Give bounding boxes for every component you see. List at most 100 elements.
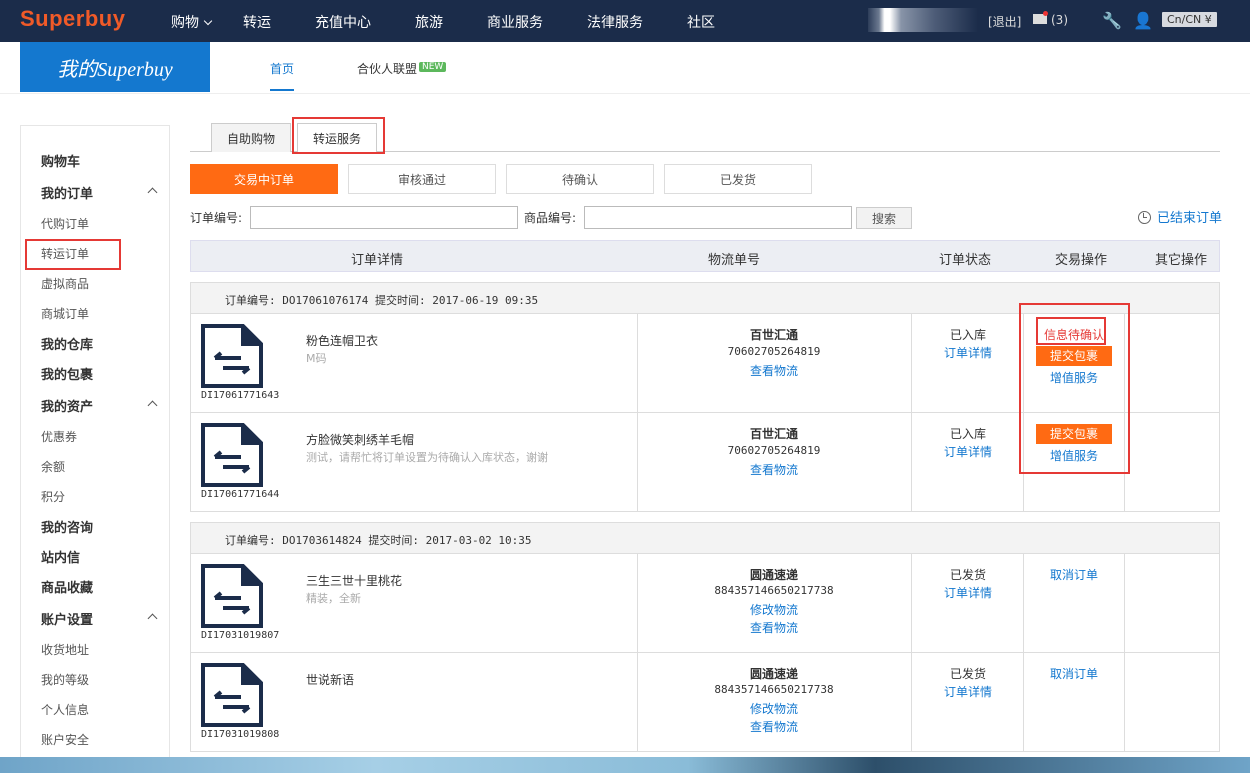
carrier-name: 圆通速递 bbox=[749, 568, 798, 582]
view-logistics-link[interactable]: 查看物流 bbox=[638, 619, 910, 636]
carrier-name: 百世汇通 bbox=[749, 427, 798, 441]
mail-count: (3) bbox=[1051, 13, 1068, 27]
order-group-header: 订单编号: DO1703614824 提交时间: 2017-03-02 10:3… bbox=[190, 522, 1220, 554]
order-status: 已发货 bbox=[949, 667, 986, 681]
search-button[interactable]: 搜索 bbox=[856, 207, 912, 229]
modify-logistics-link[interactable]: 修改物流 bbox=[638, 601, 910, 618]
filter-approved[interactable]: 审核通过 bbox=[348, 164, 496, 194]
item-name[interactable]: 三生三世十里桃花 bbox=[306, 572, 402, 589]
sidebar-item-mall-orders[interactable]: 商城订单 bbox=[41, 305, 89, 322]
col-other-ops: 其它操作 bbox=[1155, 253, 1208, 268]
sidebar-item-purchase-orders[interactable]: 代购订单 bbox=[41, 215, 89, 232]
highlight-box bbox=[1036, 317, 1106, 345]
document-transfer-icon bbox=[201, 423, 263, 487]
sidebar-item-address[interactable]: 收货地址 bbox=[41, 641, 89, 658]
chevron-up-icon[interactable] bbox=[147, 613, 158, 624]
table-row: DI17031019808 世说新语 圆通速递 8843571466502177… bbox=[190, 653, 1220, 752]
tab-home[interactable]: 首页 bbox=[270, 60, 295, 91]
col-order-details: 订单详情 bbox=[351, 253, 404, 268]
product-no-label: 商品编号: bbox=[524, 211, 577, 225]
item-desc: 精装，全新 bbox=[306, 592, 361, 605]
nav-business[interactable]: 商业服务 bbox=[487, 12, 543, 32]
my-superbuy-logo[interactable]: 我的Superbuy bbox=[20, 42, 210, 92]
ended-orders-link[interactable]: 已结束订单 bbox=[1138, 207, 1222, 226]
view-logistics-link[interactable]: 查看物流 bbox=[638, 362, 910, 379]
sidebar-item-warehouse[interactable]: 我的仓库 bbox=[41, 334, 93, 353]
item-name[interactable]: 粉色连帽卫衣 bbox=[306, 332, 378, 349]
mail-icon bbox=[1033, 11, 1048, 24]
sidebar-item-coupons[interactable]: 优惠券 bbox=[41, 428, 77, 445]
nav-legal[interactable]: 法律服务 bbox=[587, 12, 643, 32]
nav-shopping-label: 购物 bbox=[171, 15, 199, 31]
filter-pending[interactable]: 待确认 bbox=[506, 164, 654, 194]
highlight-box bbox=[25, 239, 121, 270]
order-detail-link[interactable]: 订单详情 bbox=[912, 344, 1024, 361]
order-detail-link[interactable]: 订单详情 bbox=[912, 443, 1024, 460]
sidebar-item-parcels[interactable]: 我的包裹 bbox=[41, 364, 93, 383]
order-status: 已入库 bbox=[949, 328, 986, 342]
chevron-up-icon[interactable] bbox=[147, 400, 158, 411]
sidebar-item-security[interactable]: 账户安全 bbox=[41, 731, 89, 748]
modify-logistics-link[interactable]: 修改物流 bbox=[638, 700, 910, 717]
sidebar-item-inquiries[interactable]: 我的咨询 bbox=[41, 517, 93, 536]
blurred-username[interactable] bbox=[868, 8, 978, 32]
order-detail-link[interactable]: 订单详情 bbox=[912, 683, 1024, 700]
trade-ops: 取消订单 bbox=[1024, 665, 1124, 682]
wrench-icon[interactable]: 🔧 bbox=[1102, 11, 1122, 30]
trade-ops: 取消订单 bbox=[1024, 566, 1124, 583]
language-currency-selector[interactable]: Cn/CN ¥ bbox=[1162, 12, 1217, 27]
chevron-up-icon[interactable] bbox=[147, 187, 158, 198]
cancel-order-link[interactable]: 取消订单 bbox=[1024, 665, 1124, 682]
tracking-number: 884357146650217738 bbox=[714, 584, 834, 597]
product-no-input[interactable] bbox=[584, 206, 852, 229]
filter-shipped[interactable]: 已发货 bbox=[664, 164, 812, 194]
sidebar-item-points[interactable]: 积分 bbox=[41, 488, 65, 505]
view-logistics-link[interactable]: 查看物流 bbox=[638, 718, 910, 735]
nav-recharge[interactable]: 充值中心 bbox=[315, 12, 371, 32]
nav-community[interactable]: 社区 bbox=[687, 12, 715, 32]
item-id: DI17061771643 bbox=[201, 390, 280, 401]
logout-link[interactable]: [退出] bbox=[988, 13, 1021, 30]
table-header: 订单详情 物流单号 订单状态 交易操作 其它操作 bbox=[190, 240, 1220, 272]
highlight-box bbox=[292, 117, 385, 154]
item-desc: 测试，请帮忙将订单设置为待确认入库状态，谢谢 bbox=[306, 451, 548, 464]
ended-orders-label: 已结束订单 bbox=[1157, 211, 1223, 226]
col-trade-ops: 交易操作 bbox=[1055, 253, 1108, 268]
sidebar-item-messages[interactable]: 站内信 bbox=[41, 547, 80, 566]
tab-self-shopping[interactable]: 自助购物 bbox=[211, 123, 291, 152]
order-no-input[interactable] bbox=[250, 206, 518, 229]
sidebar-item-virtual-goods[interactable]: 虚拟商品 bbox=[41, 275, 89, 292]
sidebar-item-my-orders[interactable]: 我的订单 bbox=[41, 183, 93, 202]
order-group-info: 订单编号: DO1703614824 提交时间: 2017-03-02 10:3… bbox=[225, 534, 532, 547]
filter-in-progress[interactable]: 交易中订单 bbox=[190, 164, 338, 194]
order-group-info: 订单编号: DO17061076174 提交时间: 2017-06-19 09:… bbox=[225, 294, 539, 307]
new-badge: NEW bbox=[419, 62, 447, 72]
sidebar-item-cart[interactable]: 购物车 bbox=[41, 151, 80, 170]
item-id: DI17031019808 bbox=[201, 729, 280, 740]
sidebar-item-personal-info[interactable]: 个人信息 bbox=[41, 701, 89, 718]
carrier-name: 百世汇通 bbox=[749, 328, 798, 342]
superbuy-logo[interactable]: Superbuy bbox=[20, 6, 125, 32]
item-name[interactable]: 方脸微笑刺绣羊毛帽 bbox=[306, 431, 414, 448]
nav-shopping[interactable]: 购物 bbox=[171, 12, 213, 32]
sidebar-item-balance[interactable]: 余额 bbox=[41, 458, 65, 475]
tab-partner[interactable]: 合伙人联盟 NEW bbox=[357, 60, 447, 77]
top-navbar: Superbuy 购物 转运 充值中心 旅游 商业服务 法律服务 社区 [退出]… bbox=[0, 0, 1250, 42]
document-transfer-icon bbox=[201, 324, 263, 388]
order-status: 已入库 bbox=[949, 427, 986, 441]
mail-link[interactable]: (3) bbox=[1033, 11, 1068, 27]
sidebar-item-account-settings[interactable]: 账户设置 bbox=[41, 609, 93, 628]
sidebar-item-level[interactable]: 我的等级 bbox=[41, 671, 89, 688]
cancel-order-link[interactable]: 取消订单 bbox=[1024, 566, 1124, 583]
history-icon bbox=[1138, 211, 1151, 224]
item-name[interactable]: 世说新语 bbox=[306, 671, 354, 688]
tracking-number: 70602705264819 bbox=[727, 444, 821, 457]
nav-forwarding[interactable]: 转运 bbox=[243, 12, 271, 32]
sidebar-item-favorites[interactable]: 商品收藏 bbox=[41, 577, 93, 596]
order-detail-link[interactable]: 订单详情 bbox=[912, 584, 1024, 601]
item-desc: M码 bbox=[306, 352, 327, 365]
nav-travel[interactable]: 旅游 bbox=[415, 12, 443, 32]
view-logistics-link[interactable]: 查看物流 bbox=[638, 461, 910, 478]
sidebar-item-assets[interactable]: 我的资产 bbox=[41, 396, 93, 415]
user-icon[interactable]: 👤 bbox=[1133, 11, 1153, 30]
